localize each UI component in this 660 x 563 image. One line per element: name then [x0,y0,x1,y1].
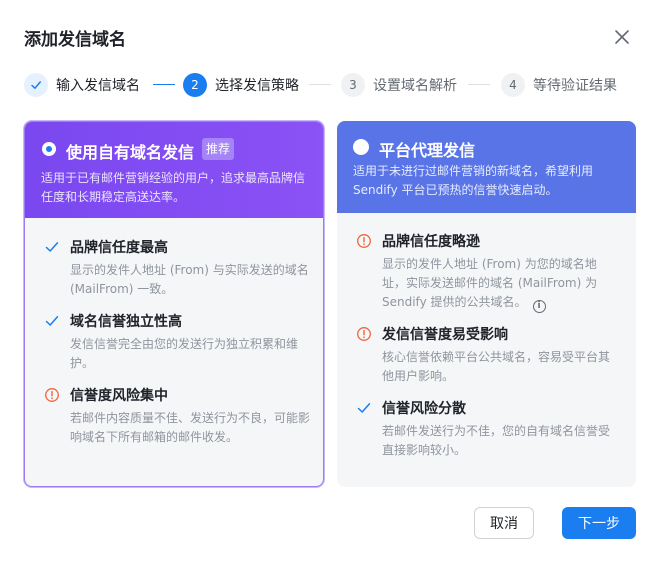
step-connector [309,84,331,85]
option-description: 适用于已有邮件营销经验的用户，追求最高品牌信任度和长期稳定高送达率。 [41,171,306,204]
feature-desc: 若邮件内容质量不佳、发送行为不良，可能影响域名下所有邮箱的邮件收发。 [70,411,311,444]
close-icon[interactable] [612,27,632,47]
step-number: 4 [501,73,525,97]
feature-title: 信誉度风险集中 [70,388,168,404]
step-4: 4 等待验证结果 [501,72,617,98]
feature-title: 域名信誉独立性高 [70,314,182,330]
step-2: 2 选择发信策略 [183,72,299,98]
radio-platform-proxy[interactable] [353,139,369,155]
check-icon [24,73,48,97]
recommended-badge: 推荐 [202,138,235,160]
step-3: 3 设置域名解析 [341,72,457,98]
check-icon [357,403,371,413]
check-icon [45,316,59,326]
feature-desc: 若邮件发送行为不佳，您的自有域名信誉受直接影响较小。 [382,424,611,457]
feature-title: 发信信誉度易受影响 [382,327,508,343]
steps-indicator: 输入发信域名 2 选择发信策略 3 设置域名解析 4 等待验证结果 [24,72,644,98]
cancel-button[interactable]: 取消 [474,507,534,539]
next-step-button[interactable]: 下一步 [562,507,636,539]
step-label: 设置域名解析 [373,78,457,94]
option-description: 适用于未进行过邮件营销的新域名，希望利用 Sendify 平台已预热的信誉快速启… [353,164,594,197]
step-label: 输入发信域名 [56,78,140,94]
add-sending-domain-dialog: 添加发信域名 输入发信域名 2 选择发信策略 3 设置域名解析 4 等待验证结果 [0,0,660,563]
option-card-own-domain[interactable]: 使用自有域名发信 推荐 适用于已有邮件营销经验的用户，追求最高品牌信任度和长期稳… [24,121,324,487]
warning-icon [357,327,371,341]
feature-desc: 核心信誉依赖平台公共域名，容易受平台其他用户影响。 [382,350,611,383]
option-title: 使用自有域名发信 [66,143,195,162]
feature-desc-wrap: 显示的发件人地址 (From) 为您的域名地址，实际发送邮件的域名 (MailF… [382,255,617,313]
info-icon[interactable]: i [532,300,546,313]
step-connector [468,84,490,85]
option-header: 使用自有域名发信 推荐 适用于已有邮件营销经验的用户，追求最高品牌信任度和长期稳… [25,122,323,218]
radio-own-domain[interactable] [42,142,56,156]
step-label: 等待验证结果 [533,78,617,94]
step-number: 2 [183,73,207,97]
step-number: 3 [341,73,365,97]
step-1: 输入发信域名 [24,72,140,98]
dialog-title: 添加发信域名 [24,30,126,50]
feature-desc: 显示的发件人地址 (From) 与实际发送的域名 (MailFrom) 一致。 [70,263,309,296]
option-header: 平台代理发信 适用于未进行过邮件营销的新域名，希望利用 Sendify 平台已预… [337,121,636,213]
step-connector [153,84,175,85]
warning-icon [357,234,371,248]
feature-desc: 发信信誉完全由您的发送行为独立积累和维护。 [70,337,299,370]
feature-desc: 显示的发件人地址 (From) 为您的域名地址，实际发送邮件的域名 (MailF… [382,257,598,309]
feature-title: 品牌信任度最高 [70,240,168,256]
warning-icon [45,388,59,402]
feature-title: 信誉风险分散 [382,401,466,417]
option-card-platform-proxy[interactable]: 平台代理发信 适用于未进行过邮件营销的新域名，希望利用 Sendify 平台已预… [337,121,636,487]
option-title: 平台代理发信 [379,141,476,160]
feature-title: 品牌信任度略逊 [382,234,480,250]
check-icon [45,242,59,252]
step-label: 选择发信策略 [215,78,299,94]
